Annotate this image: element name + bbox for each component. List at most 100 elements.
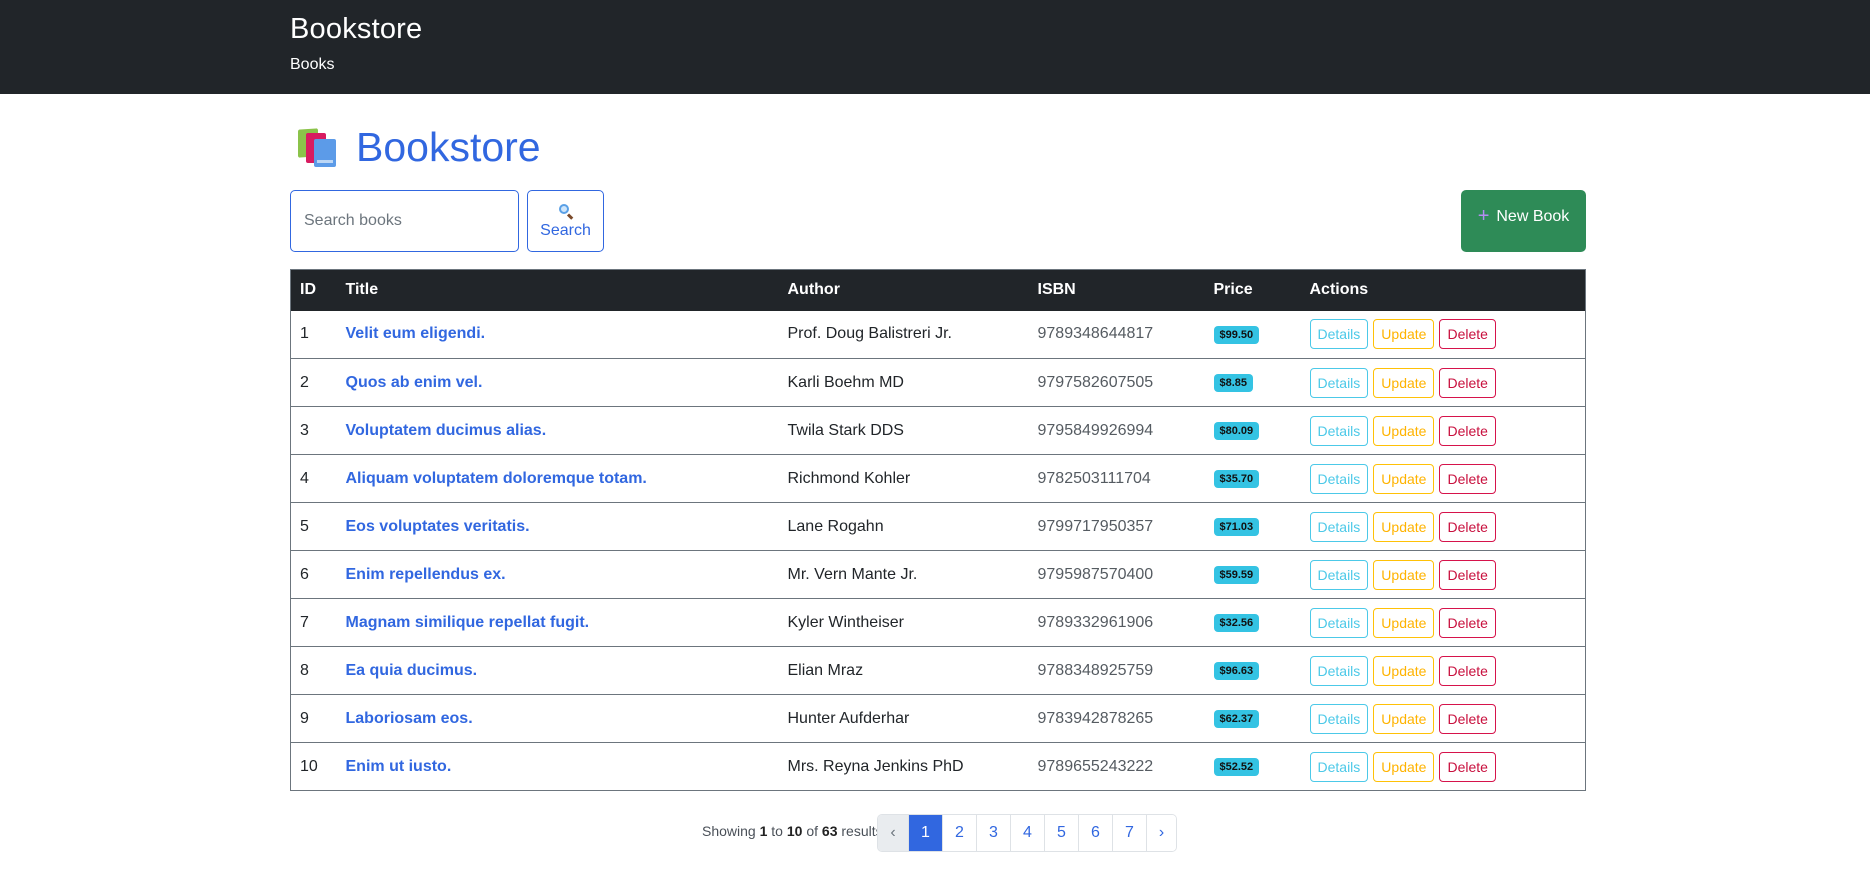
table-row: 4 Aliquam voluptatem doloremque totam. R… <box>290 455 1586 503</box>
cell-price: $8.85 <box>1205 359 1301 407</box>
book-title-link[interactable]: Ea quia ducimus. <box>337 647 779 695</box>
pagination-page-5[interactable]: 5 <box>1044 815 1078 851</box>
pagination-page-1[interactable]: 1 <box>908 815 942 851</box>
cell-price: $96.63 <box>1205 647 1301 695</box>
cell-actions: Details Update Delete <box>1301 743 1586 791</box>
update-button[interactable]: Update <box>1373 463 1435 494</box>
book-title-link[interactable]: Magnam similique repellat fugit. <box>337 599 779 647</box>
update-button[interactable]: Update <box>1373 367 1435 398</box>
pagination-page-3[interactable]: 3 <box>976 815 1010 851</box>
cell-isbn: 9789655243222 <box>1037 757 1154 775</box>
cell-actions: Details Update Delete <box>1301 647 1586 695</box>
update-button[interactable]: Update <box>1373 319 1435 350</box>
cell-isbn: 9795849926994 <box>1037 421 1154 439</box>
cell-price: $35.70 <box>1205 455 1301 503</box>
cell-author: Richmond Kohler <box>787 469 911 487</box>
pagination-summary: Showing 1 to 10 of 63 results <box>702 823 883 839</box>
delete-button[interactable]: Delete <box>1439 607 1496 638</box>
cell-id: 6 <box>300 565 309 583</box>
update-button[interactable]: Update <box>1373 703 1435 734</box>
cell-id: 9 <box>300 709 309 727</box>
price-badge: $71.03 <box>1213 518 1260 536</box>
table-row: 7 Magnam similique repellat fugit. Kyler… <box>290 599 1586 647</box>
details-button[interactable]: Details <box>1309 415 1369 446</box>
cell-id: 7 <box>300 613 309 631</box>
book-title-link[interactable]: Velit eum eligendi. <box>337 311 779 359</box>
book-title-link[interactable]: Enim ut iusto. <box>337 743 779 791</box>
update-button[interactable]: Update <box>1373 607 1435 638</box>
cell-isbn: 9788348925759 <box>1037 661 1154 679</box>
details-button[interactable]: Details <box>1309 751 1369 782</box>
search-input[interactable] <box>290 190 519 252</box>
delete-button[interactable]: Delete <box>1439 319 1496 350</box>
table-row: 10 Enim ut iusto. Mrs. Reyna Jenkins PhD… <box>290 743 1586 791</box>
delete-button[interactable]: Delete <box>1439 703 1496 734</box>
cell-author: Karli Boehm MD <box>787 373 904 391</box>
cell-author: Elian Mraz <box>787 661 864 679</box>
price-badge: $99.50 <box>1213 325 1260 344</box>
update-button[interactable]: Update <box>1373 655 1435 686</box>
cell-actions: Details Update Delete <box>1301 407 1586 455</box>
cell-author: Mr. Vern Mante Jr. <box>787 565 918 583</box>
pagination-page-2[interactable]: 2 <box>942 815 976 851</box>
cell-isbn: 9789332961906 <box>1037 613 1154 631</box>
column-header-isbn: ISBN <box>1037 281 1076 299</box>
table-row: 8 Ea quia ducimus. Elian Mraz 9788348925… <box>290 647 1586 695</box>
details-button[interactable]: Details <box>1309 607 1369 638</box>
book-title-link[interactable]: Aliquam voluptatem doloremque totam. <box>337 455 779 503</box>
details-button[interactable]: Details <box>1309 559 1369 590</box>
pagination-page-6[interactable]: 6 <box>1078 815 1112 851</box>
book-title-link[interactable]: Voluptatem ducimus alias. <box>337 407 779 455</box>
price-badge: $35.70 <box>1213 470 1260 488</box>
cell-id: 1 <box>300 325 309 343</box>
book-title-link[interactable]: Eos voluptates veritatis. <box>337 503 779 551</box>
plus-icon: + <box>1477 205 1490 227</box>
delete-button[interactable]: Delete <box>1439 751 1496 782</box>
summary-to: 10 <box>786 823 803 839</box>
details-button[interactable]: Details <box>1309 463 1369 494</box>
page-title: Bookstore <box>356 123 541 170</box>
price-badge: $52.52 <box>1213 758 1260 776</box>
summary-prefix: Showing <box>702 823 756 839</box>
pagination: ‹ 1 2 3 4 5 6 7 › <box>877 814 1177 852</box>
delete-button[interactable]: Delete <box>1439 463 1496 494</box>
cell-actions: Details Update Delete <box>1301 503 1586 551</box>
navbar-brand[interactable]: Bookstore <box>290 13 422 46</box>
details-button[interactable]: Details <box>1309 367 1369 398</box>
cell-id: 2 <box>300 373 309 391</box>
delete-button[interactable]: Delete <box>1439 655 1496 686</box>
nav-link-books[interactable]: Books <box>290 56 334 74</box>
column-header-author: Author <box>787 281 840 299</box>
table-row: 3 Voluptatem ducimus alias. Twila Stark … <box>290 407 1586 455</box>
cell-isbn: 9797582607505 <box>1037 373 1154 391</box>
cell-price: $62.37 <box>1205 695 1301 743</box>
summary-from: 1 <box>759 823 768 839</box>
details-button[interactable]: Details <box>1309 319 1369 350</box>
delete-button[interactable]: Delete <box>1439 559 1496 590</box>
book-title-link[interactable]: Laboriosam eos. <box>337 695 779 743</box>
book-title-link[interactable]: Quos ab enim vel. <box>337 359 779 407</box>
summary-of-word: of <box>806 823 819 839</box>
pagination-page-4[interactable]: 4 <box>1010 815 1044 851</box>
delete-button[interactable]: Delete <box>1439 367 1496 398</box>
pagination-next[interactable]: › <box>1146 815 1176 851</box>
cell-price: $71.03 <box>1205 503 1301 551</box>
update-button[interactable]: Update <box>1373 511 1435 542</box>
update-button[interactable]: Update <box>1373 559 1435 590</box>
pagination-page-7[interactable]: 7 <box>1112 815 1146 851</box>
new-book-button[interactable]: + New Book <box>1461 190 1586 252</box>
new-book-button-label: New Book <box>1496 208 1570 225</box>
book-title-link[interactable]: Enim repellendus ex. <box>337 551 779 599</box>
cell-price: $80.09 <box>1205 407 1301 455</box>
details-button[interactable]: Details <box>1309 703 1369 734</box>
cell-actions: Details Update Delete <box>1301 455 1586 503</box>
details-button[interactable]: Details <box>1309 511 1369 542</box>
delete-button[interactable]: Delete <box>1439 415 1496 446</box>
search-button[interactable]: Search <box>527 190 604 252</box>
table-row: 5 Eos voluptates veritatis. Lane Rogahn … <box>290 503 1586 551</box>
update-button[interactable]: Update <box>1373 415 1435 446</box>
details-button[interactable]: Details <box>1309 655 1369 686</box>
update-button[interactable]: Update <box>1373 751 1435 782</box>
delete-button[interactable]: Delete <box>1439 511 1496 542</box>
table-row: 6 Enim repellendus ex. Mr. Vern Mante Jr… <box>290 551 1586 599</box>
